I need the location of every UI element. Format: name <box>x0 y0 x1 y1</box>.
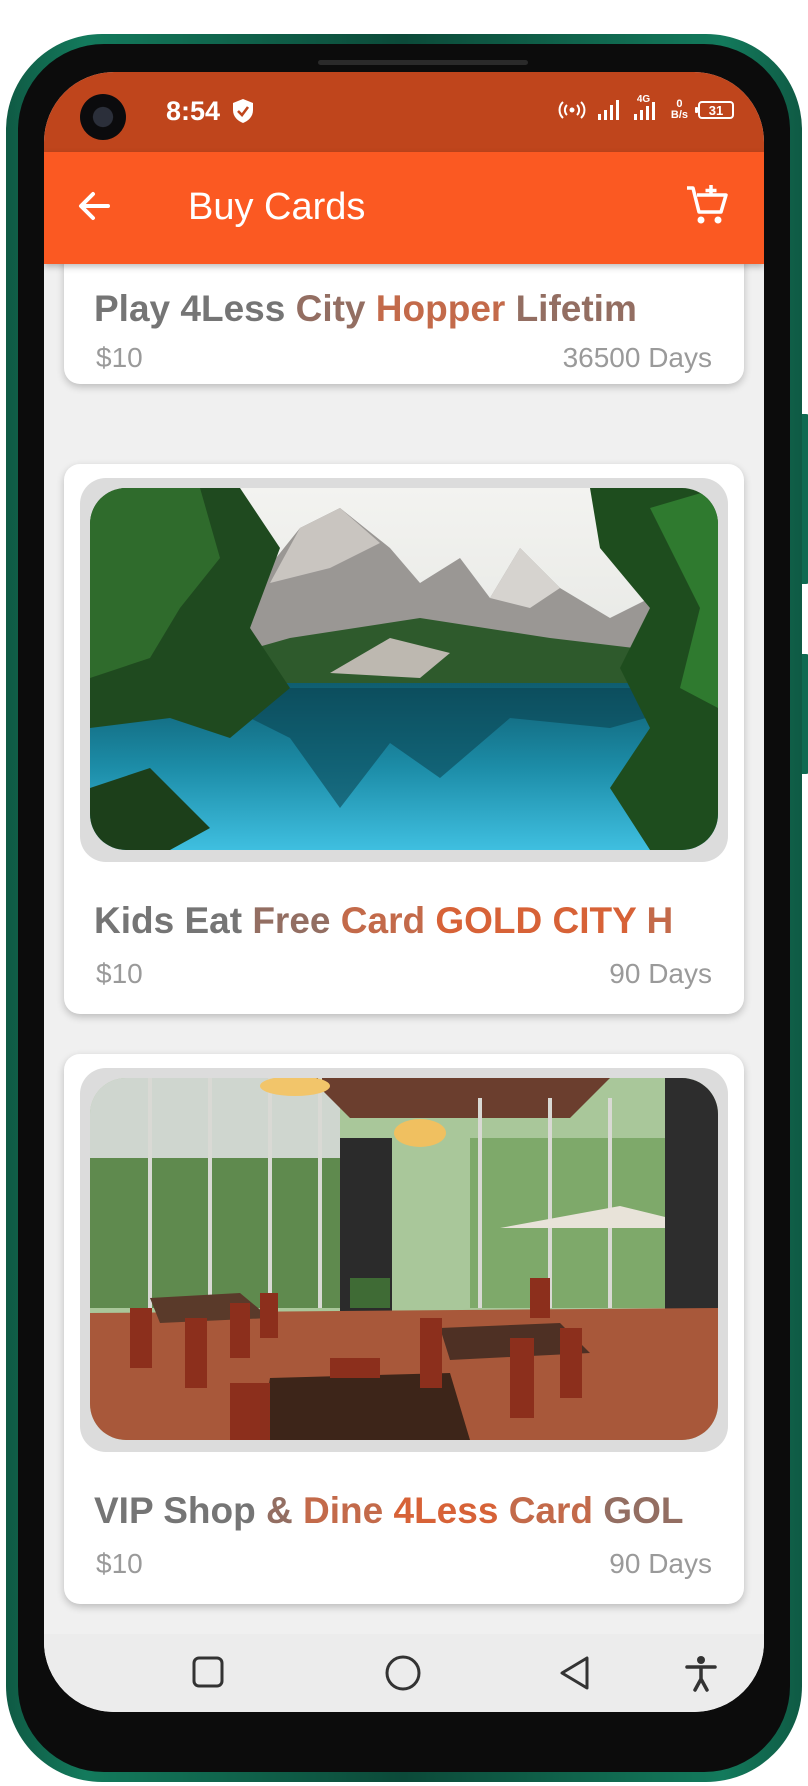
back-triangle-icon[interactable] <box>556 1654 592 1692</box>
recents-square-icon[interactable] <box>190 1654 226 1690</box>
card-image-frame <box>80 478 728 862</box>
card-item[interactable]: Kids Eat Free Card GOLD CITY H $10 90 Da… <box>64 464 744 1014</box>
power-button <box>802 654 808 774</box>
card-item[interactable]: VIP Shop & Dine 4Less Card GOL $10 90 Da… <box>64 1054 744 1604</box>
net-speed: 0 B/s <box>671 99 688 121</box>
signal-icon-2 <box>633 102 655 120</box>
add-to-cart-icon[interactable] <box>684 182 730 228</box>
back-arrow-icon[interactable] <box>74 186 114 226</box>
card-duration: 36500 Days <box>562 342 712 373</box>
card-price: $10 <box>96 1548 143 1579</box>
signal-icon <box>597 100 619 120</box>
accessibility-icon[interactable] <box>684 1654 718 1692</box>
signal-4g: 4G <box>633 94 661 122</box>
title-word: Card <box>340 900 426 941</box>
page-title: Buy Cards <box>188 186 366 228</box>
earpiece-speaker <box>318 60 528 65</box>
title-word: GOLD <box>435 900 543 941</box>
net-speed-unit: B/s <box>670 109 688 121</box>
title-word: GOL <box>603 1490 684 1531</box>
shield-check-icon <box>233 99 253 123</box>
status-bar: 8:54 4G 0 B/s 31 <box>44 72 764 152</box>
title-word: Lifetim <box>515 288 637 329</box>
title-word: Card <box>508 1490 594 1531</box>
card-price: $10 <box>96 958 143 989</box>
system-nav-bar <box>44 1634 764 1712</box>
card-item[interactable]: Play 4Less City Hopper Lifetim $10 36500… <box>64 264 744 384</box>
card-image-restaurant <box>90 1078 718 1440</box>
title-word: Free <box>252 900 331 941</box>
screen: 8:54 4G 0 B/s 31 Buy Cards Play 4Less Ci… <box>44 72 764 1712</box>
title-word: & <box>266 1490 293 1531</box>
home-circle-icon[interactable] <box>384 1654 422 1692</box>
status-icons: 4G 0 B/s 31 <box>557 94 734 122</box>
title-word: Dine <box>303 1490 384 1531</box>
title-word: CITY <box>552 900 637 941</box>
card-title: VIP Shop & Dine 4Less Card GOL <box>94 1490 724 1532</box>
title-word: H <box>646 900 674 941</box>
title-word: Hopper <box>375 288 506 329</box>
card-title: Play 4Less City Hopper Lifetim <box>94 288 724 330</box>
card-duration: 90 Days <box>609 1548 712 1579</box>
app-bar: Buy Cards <box>44 152 764 264</box>
battery-level: 31 <box>708 102 724 118</box>
title-word: Shop <box>163 1490 256 1531</box>
title-word: 4Less <box>180 288 286 329</box>
card-duration: 90 Days <box>609 958 712 989</box>
title-word: City <box>295 288 366 329</box>
hotspot-icon <box>558 101 586 119</box>
status-time: 8:54 <box>166 96 221 126</box>
volume-button <box>802 414 808 584</box>
title-word: Play <box>94 288 171 329</box>
card-list: Play 4Less City Hopper Lifetim $10 36500… <box>44 264 764 1634</box>
title-word: VIP <box>94 1490 153 1531</box>
title-word: Eat <box>184 900 243 941</box>
battery-icon: 31 <box>695 101 734 119</box>
title-word: Kids <box>94 900 175 941</box>
title-word: 4Less <box>393 1490 499 1531</box>
card-price: $10 <box>96 342 143 373</box>
front-camera <box>80 94 126 140</box>
card-image-frame <box>80 1068 728 1452</box>
card-image-mountain-lake <box>90 488 718 850</box>
card-title: Kids Eat Free Card GOLD CITY H <box>94 900 724 942</box>
